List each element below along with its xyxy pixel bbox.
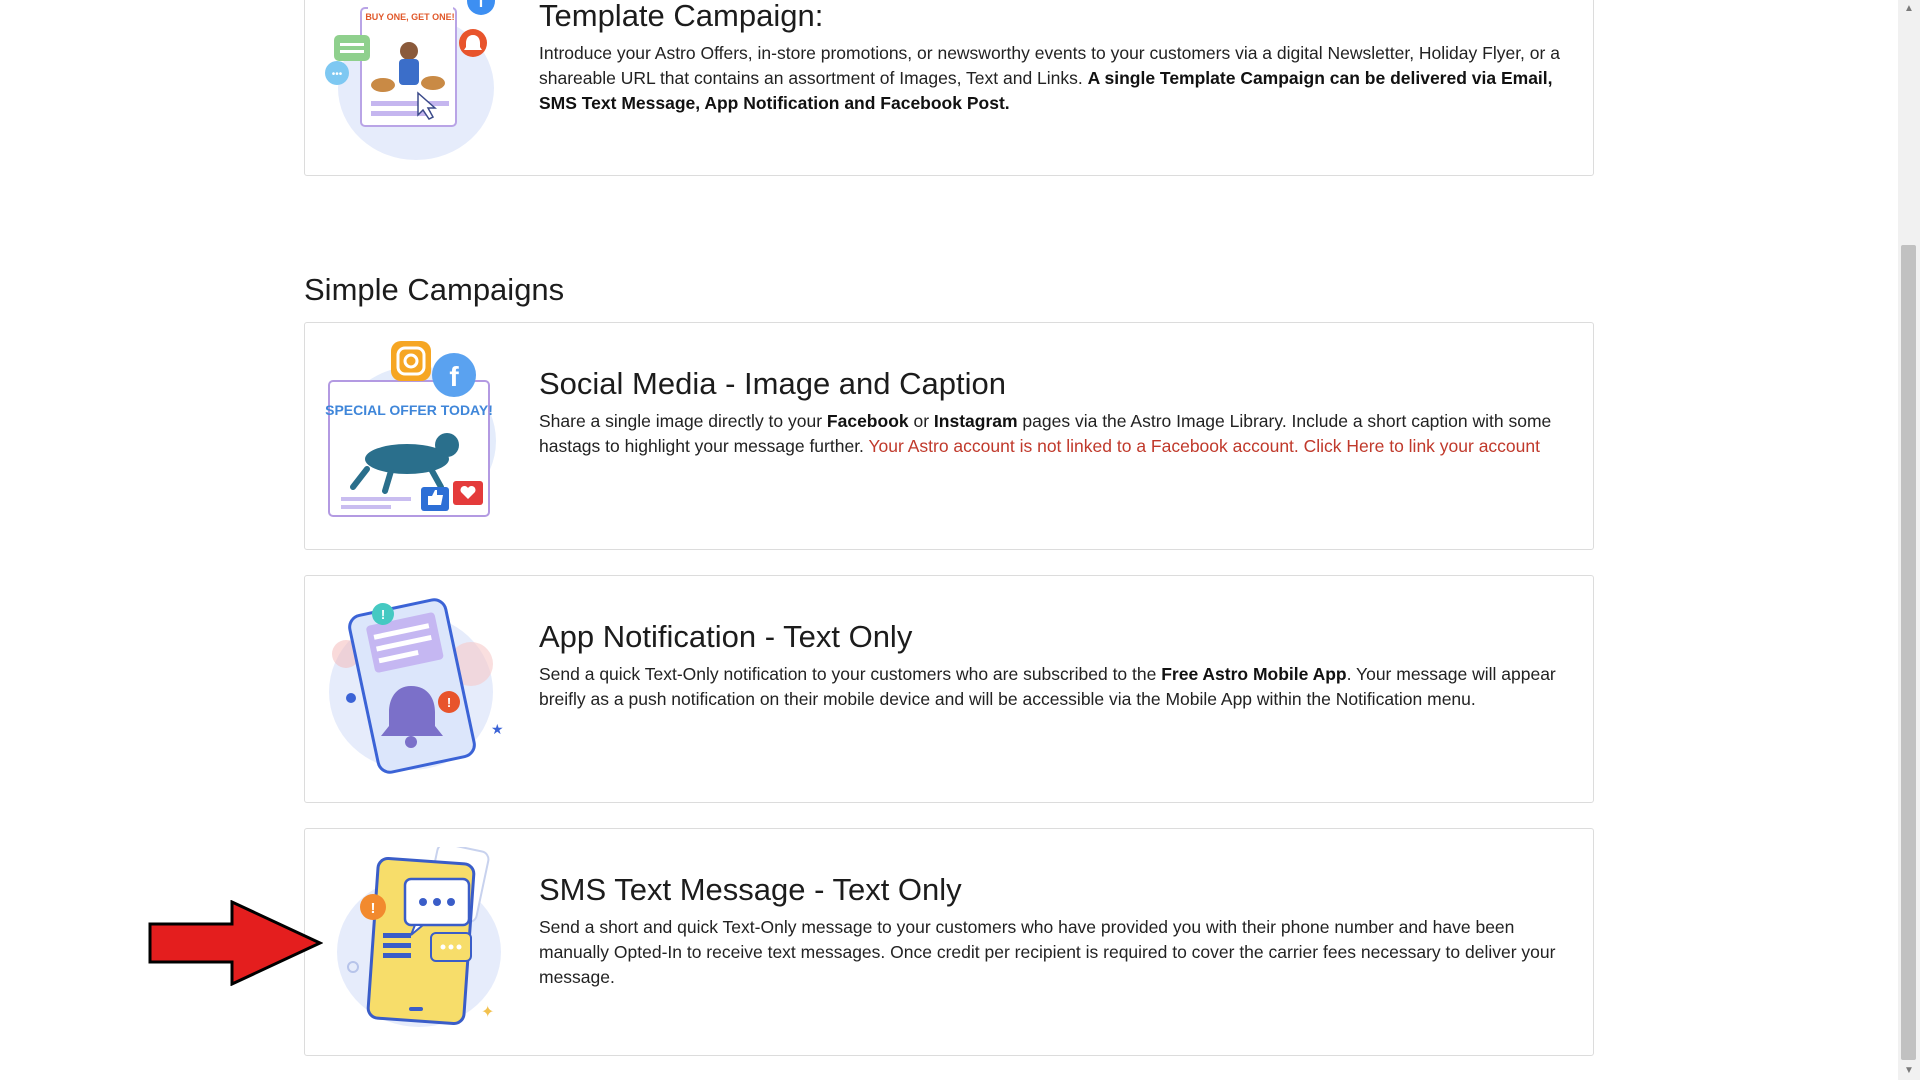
- app-notification-description: Send a quick Text-Only notification to y…: [539, 664, 1556, 709]
- facebook-icon: f: [478, 0, 484, 11]
- bogo-banner-text: BUY ONE, GET ONE!: [365, 12, 454, 22]
- svg-text:!: !: [371, 900, 376, 917]
- svg-text:!: !: [381, 607, 385, 622]
- svg-text:★: ★: [491, 722, 504, 738]
- section-title: Simple Campaigns: [304, 272, 565, 307]
- special-offer-text: SPECIAL OFFER TODAY!: [325, 402, 493, 418]
- scroll-down-arrow-icon[interactable]: ▼: [1898, 1062, 1920, 1080]
- social-media-title: Social Media - Image and Caption: [539, 366, 1006, 401]
- link-facebook-account-link[interactable]: Your Astro account is not linked to a Fa…: [868, 436, 1540, 456]
- vertical-scrollbar[interactable]: ▲ ▼: [1898, 0, 1920, 1080]
- template-campaign-description: Introduce your Astro Offers, in-store pr…: [539, 43, 1560, 113]
- template-campaign-illustration: BUY ONE, GET ONE! ••• f: [321, 0, 501, 183]
- app-notification-card[interactable]: ! ! ★ App Notification - Text Only Send …: [304, 575, 1594, 803]
- svg-text:•••: •••: [332, 69, 343, 80]
- scroll-up-arrow-icon[interactable]: ▲: [1898, 0, 1920, 18]
- sms-description: Send a short and quick Text-Only message…: [539, 917, 1556, 987]
- social-media-card[interactable]: SPECIAL OFFER TODAY! f Social Media - Im…: [304, 322, 1594, 550]
- facebook-icon-2: f: [449, 361, 459, 392]
- social-media-illustration: SPECIAL OFFER TODAY! f: [321, 341, 501, 531]
- app-notification-title: App Notification - Text Only: [539, 619, 913, 654]
- sms-illustration: ! ✦: [321, 842, 501, 1037]
- page: BUY ONE, GET ONE! ••• f Template Campaig…: [0, 0, 1898, 1080]
- sms-title: SMS Text Message - Text Only: [539, 872, 962, 907]
- template-campaign-title: Template Campaign:: [539, 0, 824, 33]
- red-arrow-pointer: [148, 900, 323, 986]
- svg-text:✦: ✦: [481, 1002, 494, 1021]
- svg-text:!: !: [447, 695, 451, 710]
- template-campaign-card[interactable]: BUY ONE, GET ONE! ••• f Template Campaig…: [304, 0, 1594, 176]
- app-notification-illustration: ! ! ★: [321, 594, 504, 784]
- scrollbar-thumb[interactable]: [1901, 245, 1916, 1060]
- chat-bubble-icon: [419, 898, 427, 906]
- social-media-description: Share a single image directly to your Fa…: [539, 411, 1552, 456]
- sms-text-message-card[interactable]: ! ✦ SMS Text Message - Text Only Send a …: [304, 828, 1594, 1056]
